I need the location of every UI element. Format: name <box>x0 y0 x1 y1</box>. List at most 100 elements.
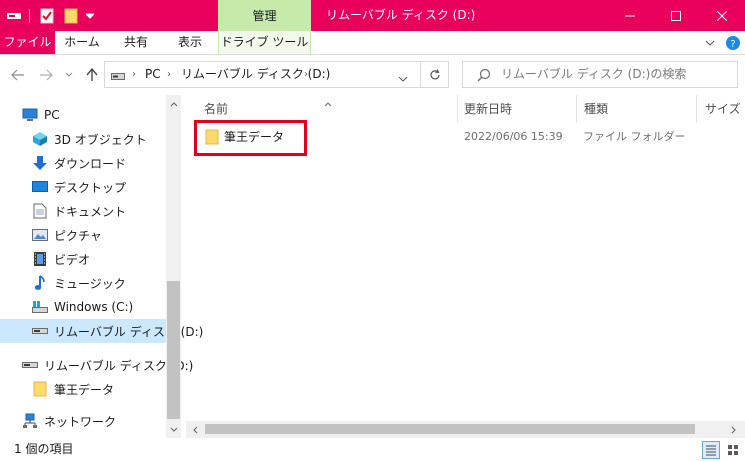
sidebar-item-windows-c[interactable]: Windows (C:) <box>0 295 166 319</box>
tab-share[interactable]: 共有 <box>113 31 159 54</box>
sort-ascending-icon <box>324 96 332 110</box>
maximize-icon <box>671 10 681 21</box>
desktop-icon <box>32 179 48 195</box>
recent-locations-button[interactable] <box>62 65 76 85</box>
column-divider[interactable] <box>457 95 458 123</box>
video-icon <box>32 251 48 267</box>
breadcrumb-chevron-icon[interactable]: › <box>304 62 308 87</box>
properties-icon[interactable] <box>38 6 56 26</box>
tab-home[interactable]: ホーム <box>59 31 105 54</box>
navigation-scrollbar[interactable] <box>166 95 181 438</box>
minimize-button[interactable] <box>607 0 653 31</box>
network-icon <box>22 413 38 429</box>
window-title: リムーバブル ディスク (D:) <box>326 8 476 22</box>
sidebar-item-fudeo-data[interactable]: 筆王データ <box>0 377 166 401</box>
expand-ribbon-button[interactable] <box>703 36 717 50</box>
breadcrumb-chevron-icon[interactable]: › <box>167 62 171 87</box>
search-icon <box>477 68 491 85</box>
sidebar-item-desktop[interactable]: デスクトップ <box>0 175 166 199</box>
tab-file[interactable]: ファイル <box>0 31 55 54</box>
sidebar-item-network[interactable]: ネットワーク <box>0 409 166 433</box>
column-divider[interactable] <box>696 95 697 123</box>
scroll-right-arrow-icon[interactable] <box>726 422 741 437</box>
help-icon: ? <box>726 36 740 50</box>
close-button[interactable] <box>699 0 745 31</box>
ribbon-tabs: ファイル ホーム 共有 表示 ドライブ ツール ? <box>0 31 745 55</box>
chevron-down-icon <box>705 40 715 46</box>
sidebar-item-label: Windows (C:) <box>54 300 134 314</box>
title-bar: 管理 リムーバブル ディスク (D:) <box>0 0 745 31</box>
breadcrumb-pc[interactable]: PC <box>145 62 161 87</box>
chevron-down-icon <box>398 76 408 82</box>
details-view-button[interactable] <box>702 441 720 459</box>
horizontal-scrollbar[interactable] <box>186 421 745 438</box>
scrollbar-thumb[interactable] <box>167 281 180 419</box>
manage-tab-group[interactable]: 管理 <box>218 0 311 31</box>
sidebar-item-music[interactable]: ミュージック <box>0 271 166 295</box>
search-placeholder: リムーバブル ディスク (D:)の検索 <box>501 67 687 81</box>
sidebar-item-label: デスクトップ <box>54 180 127 195</box>
forward-button[interactable] <box>36 65 56 85</box>
download-icon <box>32 155 48 171</box>
refresh-icon <box>429 68 440 79</box>
search-input[interactable]: リムーバブル ディスク (D:)の検索 <box>462 61 738 88</box>
details-view-icon <box>706 445 716 456</box>
large-icons-view-button[interactable] <box>724 441 742 459</box>
new-folder-icon[interactable] <box>62 6 80 26</box>
music-icon <box>32 275 48 291</box>
maximize-button[interactable] <box>653 0 699 31</box>
column-header-size[interactable]: サイズ <box>705 95 741 123</box>
arrow-left-icon <box>11 69 24 81</box>
scroll-left-arrow-icon[interactable] <box>188 422 203 437</box>
column-divider[interactable] <box>576 95 577 123</box>
sidebar-item-label: 3D オブジェクト <box>54 132 147 147</box>
scrollbar-thumb[interactable] <box>205 424 695 434</box>
svg-text:?: ? <box>730 39 735 50</box>
toolbar-divider <box>29 9 30 23</box>
table-row[interactable]: 筆王データ 2022/06/06 15:39 ファイル フォルダー <box>194 120 727 156</box>
close-icon <box>717 10 727 21</box>
sidebar-item-pc[interactable]: PC <box>0 103 166 127</box>
sidebar-item-downloads[interactable]: ダウンロード <box>0 151 166 175</box>
sidebar-item-label: ドキュメント <box>54 204 127 219</box>
pc-icon <box>22 107 38 123</box>
3d-objects-icon <box>32 131 48 147</box>
scroll-down-arrow-icon[interactable] <box>166 422 181 437</box>
file-modified: 2022/06/06 15:39 <box>464 130 563 143</box>
back-button[interactable] <box>8 65 28 85</box>
drive-icon[interactable] <box>6 6 22 26</box>
address-bar[interactable]: › PC › リムーバブル ディスク (D:) › <box>104 61 421 88</box>
column-header-type[interactable]: 種類 <box>584 95 608 123</box>
sidebar-item-documents[interactable]: ドキュメント <box>0 199 166 223</box>
tab-view[interactable]: 表示 <box>167 31 213 54</box>
refresh-button[interactable] <box>421 61 449 88</box>
sidebar-item-3d-objects[interactable]: 3D オブジェクト <box>0 127 166 151</box>
breadcrumb-chevron-icon[interactable]: › <box>132 62 136 87</box>
help-button[interactable]: ? <box>725 35 741 51</box>
drive-icon <box>111 70 125 84</box>
sidebar-item-label: ネットワーク <box>44 414 117 429</box>
file-list: 名前 更新日時 種類 サイズ 筆王データ 2022/06/06 15:39 ファ… <box>186 95 745 438</box>
sidebar-item-removable-disk-d-root[interactable]: リムーバブル ディスク (D:) <box>0 353 193 377</box>
address-history-button[interactable] <box>398 71 408 85</box>
sidebar-item-videos[interactable]: ビデオ <box>0 247 166 271</box>
minimize-icon <box>625 15 635 16</box>
sidebar-item-pictures[interactable]: ピクチャ <box>0 223 166 247</box>
column-header-name[interactable]: 名前 <box>204 95 228 123</box>
removable-drive-icon <box>32 323 48 339</box>
tab-drive-tools[interactable]: ドライブ ツール <box>218 31 311 54</box>
arrow-up-icon <box>86 68 98 81</box>
windows-drive-icon <box>32 299 48 315</box>
sidebar-item-label: 筆王データ <box>54 382 115 397</box>
folder-icon <box>205 129 219 148</box>
item-count: 1 個の項目 <box>14 442 74 456</box>
picture-icon <box>32 227 48 243</box>
folder-icon <box>32 381 48 397</box>
column-header-modified[interactable]: 更新日時 <box>464 95 512 123</box>
scroll-up-arrow-icon[interactable] <box>166 97 181 112</box>
sidebar-item-removable-disk-d[interactable]: リムーバブル ディスク (D:) <box>0 319 203 343</box>
customize-quick-access-icon[interactable] <box>84 6 96 26</box>
sidebar-item-label: ピクチャ <box>54 228 102 243</box>
sidebar-item-label: ダウンロード <box>54 156 127 171</box>
up-button[interactable] <box>82 65 102 85</box>
